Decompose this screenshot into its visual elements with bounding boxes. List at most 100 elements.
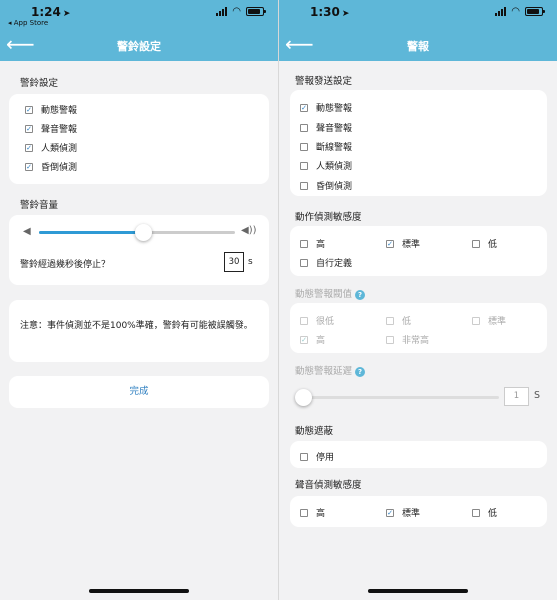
motion-delay-slider[interactable] (295, 389, 499, 406)
alarm-item-label: 昏倒偵測 (41, 163, 78, 173)
checkbox-checked-icon[interactable]: ✓ (25, 105, 33, 114)
send-item-fall[interactable]: 昏倒偵測 (300, 179, 352, 192)
alarm-item-motion[interactable]: ✓ 動態警報 (25, 103, 77, 116)
right-screen: 1:30 ➤ ◠ ⟵ 警報 警報發送設定 ✓ 動態警報 聲音警報 斷線警報 人類偵測… (279, 0, 557, 600)
checkbox-icon[interactable] (472, 239, 480, 248)
threshold-option-very-high[interactable]: 非常高 (386, 333, 429, 346)
send-item-label: 昏倒偵測 (316, 182, 353, 192)
send-item-label: 斷線警報 (316, 143, 353, 153)
status-icons: ◠ (216, 6, 266, 17)
checkbox-checked-icon[interactable]: ✓ (386, 508, 394, 517)
threshold-option-high[interactable]: ✓ 高 (300, 333, 325, 346)
motion-delay-input[interactable]: 1 (504, 387, 529, 406)
checkbox-checked-icon[interactable]: ✓ (300, 103, 308, 112)
motion-delay-label: 動態警報延遲? (295, 363, 366, 377)
sound-sensitivity-card: 高 ✓ 標準 低 (290, 496, 547, 527)
alarm-item-human[interactable]: ✓ 人類偵測 (25, 141, 77, 154)
checkbox-icon[interactable] (300, 181, 308, 190)
send-item-label: 動態警報 (316, 104, 353, 114)
option-label: 高 (316, 509, 326, 519)
motion-threshold-card: 很低 低 標準 ✓ 高 非常高 (290, 303, 547, 353)
checkbox-icon[interactable] (300, 258, 308, 267)
nav-bar: ⟵ 警鈴設定 (0, 29, 278, 61)
send-item-label: 人類偵測 (316, 162, 353, 172)
threshold-option-low[interactable]: 低 (386, 314, 411, 327)
volume-card: ◀ ◀)) 警鈴經過幾秒後停止？ 30 s (9, 215, 269, 285)
sound-option-standard[interactable]: ✓ 標準 (386, 506, 420, 519)
status-bar: 1:30 ➤ ◠ (279, 0, 557, 29)
motion-option-standard[interactable]: ✓ 標準 (386, 237, 420, 250)
signal-icon (495, 7, 507, 16)
option-label: 高 (316, 336, 326, 346)
alarm-item-label: 人類偵測 (41, 144, 78, 154)
option-label: 高 (316, 240, 326, 250)
alarm-settings-label: 警鈴設定 (20, 78, 59, 89)
done-button[interactable]: 完成 (9, 376, 269, 408)
checkbox-icon[interactable] (300, 452, 308, 461)
status-bar: 1:24 ➤ ◂ App Store ◠ (0, 0, 278, 29)
send-item-sound[interactable]: 聲音警報 (300, 121, 352, 134)
option-label: 低 (488, 509, 498, 519)
status-time: 1:24 ➤ (31, 5, 71, 19)
wifi-icon: ◠ (232, 6, 241, 17)
send-item-human[interactable]: 人類偵測 (300, 159, 352, 172)
help-icon[interactable]: ? (355, 290, 366, 300)
alarm-settings-card: ✓ 動態警報 ✓ 聲音警報 ✓ 人類偵測 ✓ 昏倒偵測 (9, 94, 269, 184)
signal-icon (216, 7, 228, 16)
alarm-item-sound[interactable]: ✓ 聲音警報 (25, 122, 77, 135)
send-item-label: 聲音警報 (316, 124, 353, 134)
checkbox-checked-icon[interactable]: ✓ (25, 143, 33, 152)
stop-seconds-input[interactable]: 30 (224, 252, 244, 272)
alarm-item-label: 聲音警報 (41, 125, 78, 135)
notice-text: 注意：事件偵測並不是100%準確，警鈴有可能被誤觸發。 (20, 321, 253, 331)
battery-icon (525, 7, 545, 16)
checkbox-checked-icon[interactable]: ✓ (300, 335, 308, 344)
checkbox-checked-icon[interactable]: ✓ (386, 239, 394, 248)
mask-option-disable[interactable]: 停用 (300, 450, 334, 463)
threshold-option-standard[interactable]: 標準 (472, 314, 506, 327)
send-item-disconnect[interactable]: 斷線警報 (300, 140, 352, 153)
checkbox-icon[interactable] (300, 161, 308, 170)
motion-option-high[interactable]: 高 (300, 237, 325, 250)
left-screen: 1:24 ➤ ◂ App Store ◠ ⟵ 警鈴設定 警鈴設定 ✓ 動態警報 ✓ 聲… (0, 0, 278, 600)
checkbox-icon[interactable] (300, 239, 308, 248)
sound-sensitivity-label: 聲音偵測敏感度 (295, 480, 362, 491)
volume-low-icon: ◀ (23, 226, 31, 237)
motion-threshold-text: 動態警報閥值 (295, 289, 353, 300)
option-label: 自行定義 (316, 259, 353, 269)
option-label: 低 (402, 317, 412, 327)
motion-delay-slider-knob[interactable] (295, 389, 312, 406)
home-indicator (89, 589, 189, 593)
option-label: 低 (488, 240, 498, 250)
volume-high-icon: ◀)) (241, 225, 257, 236)
sound-option-low[interactable]: 低 (472, 506, 497, 519)
option-label: 停用 (316, 453, 335, 463)
sound-option-high[interactable]: 高 (300, 506, 325, 519)
checkbox-icon[interactable] (300, 316, 308, 325)
alarm-item-fall[interactable]: ✓ 昏倒偵測 (25, 160, 77, 173)
checkbox-icon[interactable] (472, 508, 480, 517)
send-item-motion[interactable]: ✓ 動態警報 (300, 101, 352, 114)
motion-threshold-label: 動態警報閥值? (295, 286, 366, 300)
checkbox-checked-icon[interactable]: ✓ (25, 162, 33, 171)
motion-delay-unit: S (534, 390, 541, 401)
help-icon[interactable]: ? (355, 367, 366, 377)
volume-slider-knob[interactable] (135, 224, 152, 241)
volume-slider[interactable] (39, 224, 235, 241)
checkbox-icon[interactable] (386, 335, 394, 344)
checkbox-icon[interactable] (300, 123, 308, 132)
checkbox-checked-icon[interactable]: ✓ (25, 124, 33, 133)
nav-bar: ⟵ 警報 (279, 29, 557, 61)
option-label: 很低 (316, 317, 335, 327)
motion-option-custom[interactable]: 自行定義 (300, 256, 352, 269)
alarm-item-label: 動態警報 (41, 106, 78, 116)
checkbox-icon[interactable] (300, 508, 308, 517)
threshold-option-very-low[interactable]: 很低 (300, 314, 334, 327)
checkbox-icon[interactable] (472, 316, 480, 325)
send-settings-card: ✓ 動態警報 聲音警報 斷線警報 人類偵測 昏倒偵測 (290, 90, 547, 196)
checkbox-icon[interactable] (386, 316, 394, 325)
motion-sensitivity-label: 動作偵測敏感度 (295, 212, 362, 223)
checkbox-icon[interactable] (300, 142, 308, 151)
back-to-app-store-link[interactable]: ◂ App Store (8, 19, 48, 27)
motion-option-low[interactable]: 低 (472, 237, 497, 250)
